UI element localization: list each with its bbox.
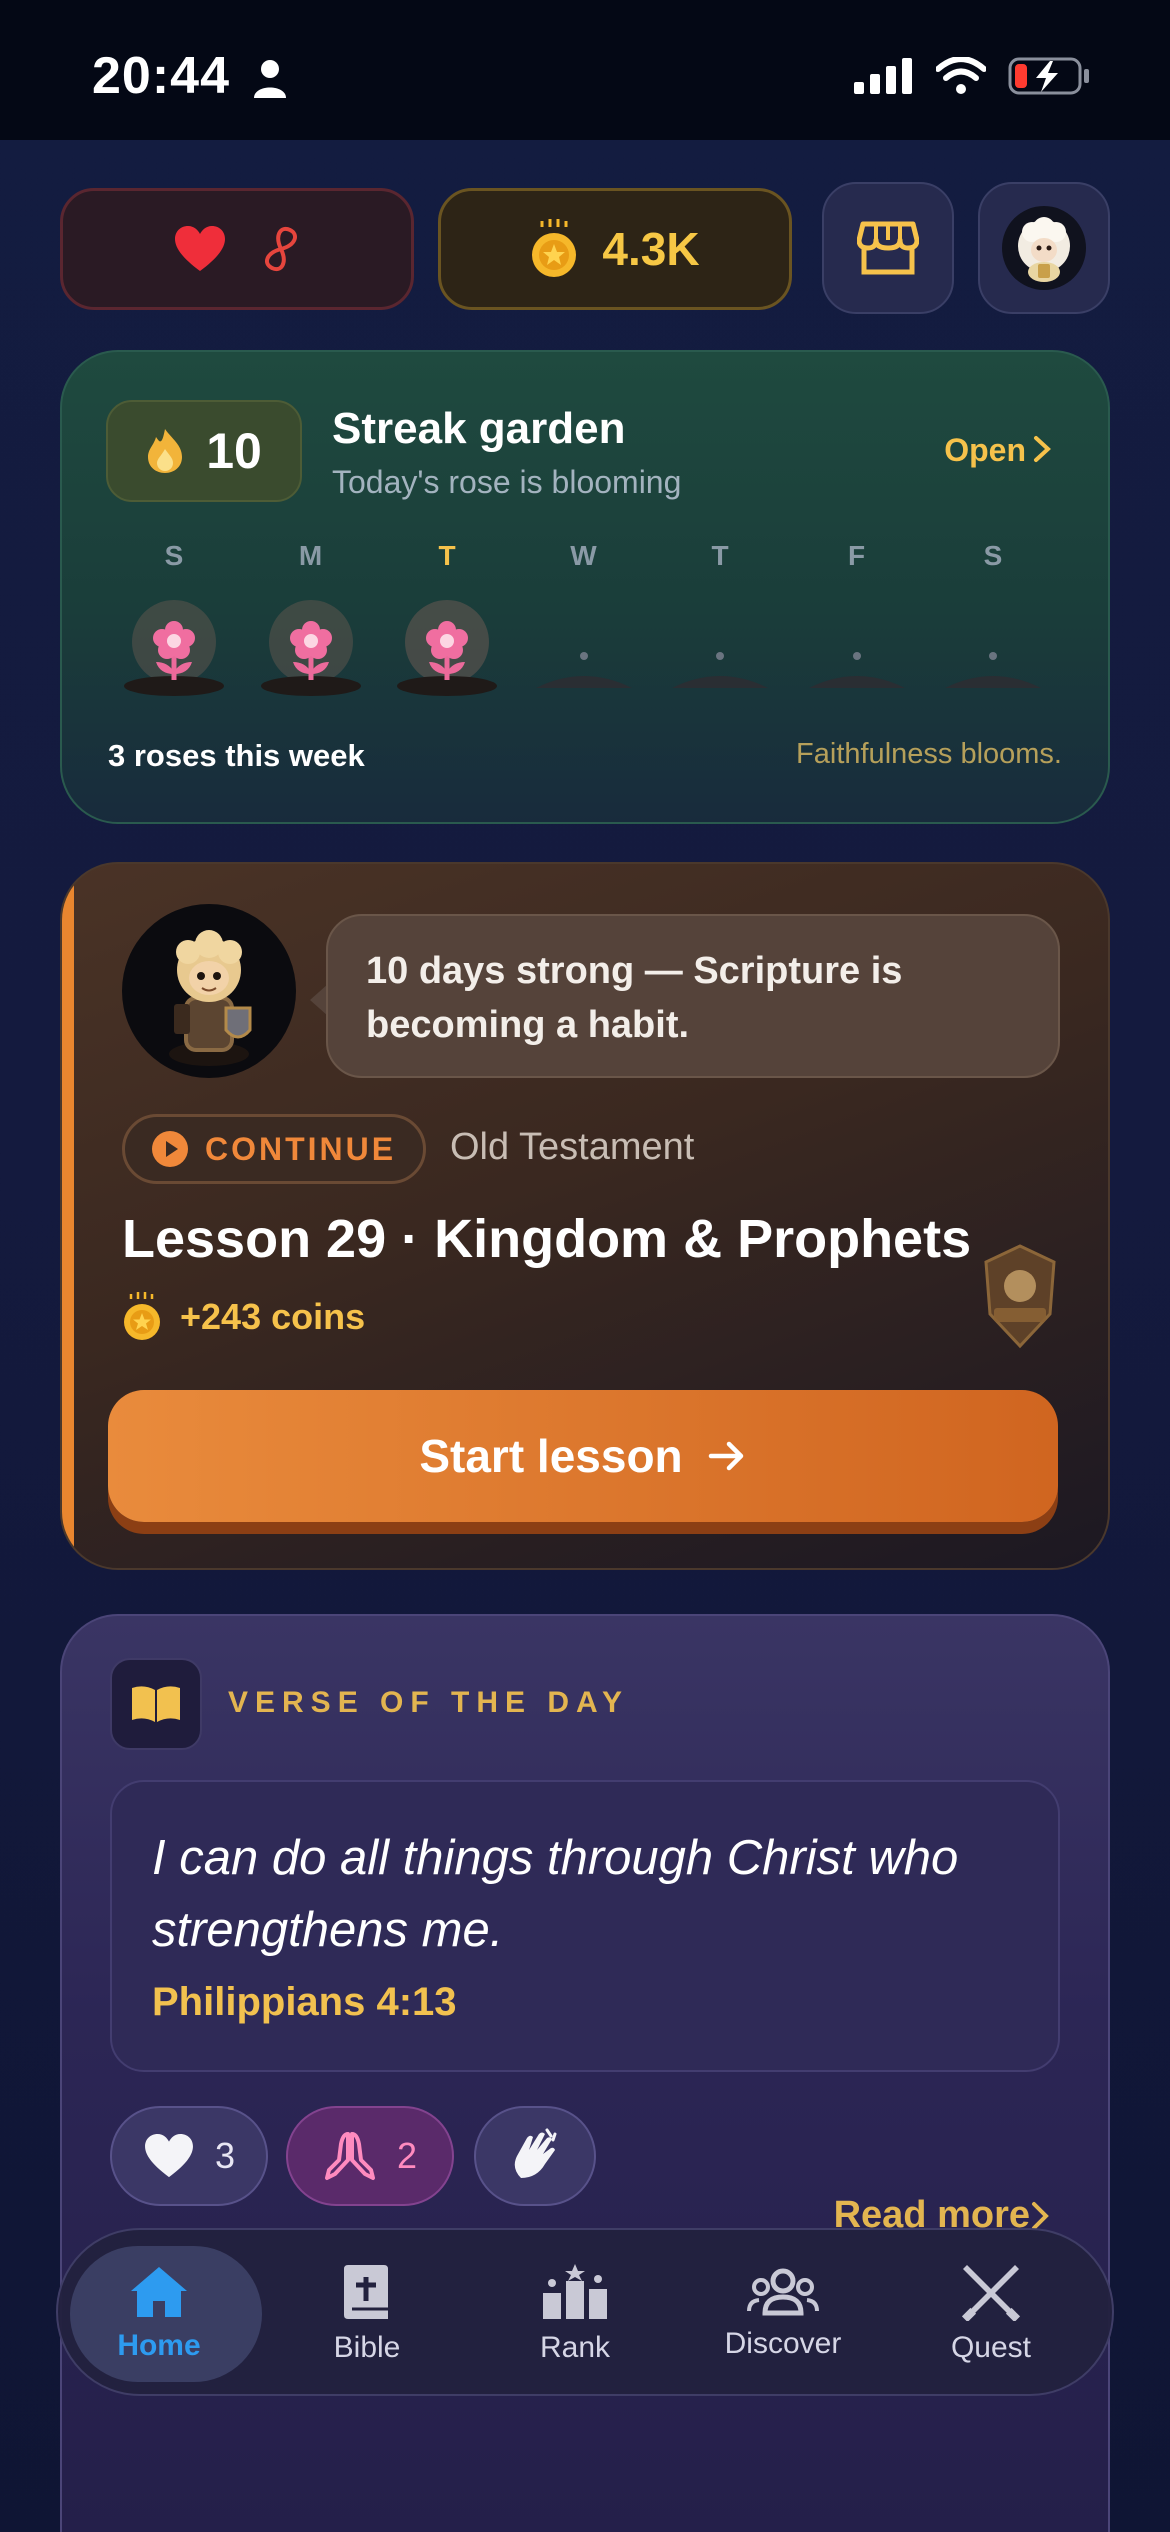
week-summary: 3 roses this week: [108, 738, 365, 773]
tab-rank[interactable]: Rank: [480, 2230, 670, 2398]
tab-discover-label: Discover: [724, 2327, 842, 2360]
continue-label: CONTINUE: [205, 1130, 397, 1167]
day-column: S: [114, 540, 234, 696]
reward-text: +243 coins: [180, 1296, 366, 1337]
verse-book-badge: [110, 1658, 202, 1750]
pray-reaction-button[interactable]: 2: [286, 2106, 454, 2206]
start-lesson-label: Start lesson: [419, 1430, 683, 1482]
chevron-right-icon: [1034, 436, 1051, 462]
streak-count: 10: [206, 423, 262, 479]
tab-quest[interactable]: Quest: [896, 2230, 1086, 2398]
start-lesson-button[interactable]: Start lesson: [108, 1390, 1058, 1522]
streak-subtitle: Today's rose is blooming: [332, 464, 682, 500]
streak-tagline: Faithfulness blooms.: [796, 738, 1062, 770]
rose-bloom-icon: [387, 594, 507, 714]
day-column: T: [387, 540, 507, 696]
day-label: S: [164, 540, 184, 571]
coin-icon: [532, 219, 577, 277]
arrow-right-icon: [708, 1441, 743, 1471]
discover-icon: [747, 2268, 819, 2316]
clap-reaction-button[interactable]: [474, 2106, 596, 2206]
home-icon: [131, 2267, 187, 2317]
day-label: W: [570, 540, 597, 571]
day-column: T: [660, 540, 780, 688]
tab-home-label: Home: [117, 2329, 201, 2362]
wifi-icon: [936, 57, 986, 94]
shop-button[interactable]: [822, 182, 954, 314]
battery-icon: [1008, 57, 1089, 95]
heart-count: 3: [214, 2135, 236, 2176]
lesson-accent-bar: [62, 864, 74, 1568]
bible-icon: [344, 2265, 388, 2319]
day-label: T: [711, 540, 729, 571]
mascot-speech-bubble: 10 days strong — Scripture is becoming a…: [326, 914, 1060, 1078]
rose-bloom-icon: [251, 594, 371, 714]
empty-soil-icon: [524, 594, 644, 714]
lesson-master-badge-icon: [984, 1244, 1056, 1349]
lesson-card: 10 days strong — Scripture is becoming a…: [60, 862, 1110, 1570]
coins-value: 4.3K: [602, 223, 700, 275]
day-column: S: [933, 540, 1053, 688]
day-label: T: [438, 540, 456, 571]
sheep-avatar: [1002, 206, 1086, 290]
signal-icon: [854, 58, 912, 94]
rose-bloom-icon: [114, 594, 234, 714]
heart-reaction-button[interactable]: 3: [110, 2106, 268, 2206]
tab-discover[interactable]: Discover: [688, 2230, 878, 2398]
lives-button[interactable]: [60, 188, 414, 310]
bottom-tab-bar: Home Bible Rank Discover Quest: [56, 2228, 1114, 2396]
streak-counter: 10: [106, 400, 302, 502]
lamb-mascot-avatar: [122, 904, 296, 1078]
coins-button[interactable]: 4.3K: [438, 188, 792, 310]
pray-count: 2: [396, 2135, 418, 2176]
status-time: 20:44: [92, 47, 230, 105]
streak-garden-card[interactable]: 10 Streak garden Today's rose is bloomin…: [60, 350, 1110, 824]
clapping-hands-icon: [514, 2128, 557, 2178]
rank-icon: [543, 2264, 607, 2319]
tab-bible[interactable]: Bible: [272, 2230, 462, 2398]
play-circle-icon: [152, 1131, 188, 1167]
verse-text: I can do all things through Christ who s…: [152, 1831, 959, 1957]
tab-quest-label: Quest: [950, 2331, 1032, 2364]
tab-rank-label: Rank: [539, 2331, 611, 2364]
day-column: F: [797, 540, 917, 688]
day-label: S: [983, 540, 1003, 571]
lesson-reward: +243 coins: [122, 1292, 365, 1342]
verse-reference: Philippians 4:13: [152, 1980, 457, 2024]
profile-avatar-button[interactable]: [978, 182, 1110, 314]
tab-bible-label: Bible: [333, 2331, 401, 2364]
store-icon: [857, 221, 919, 275]
day-column: M: [251, 540, 371, 696]
empty-soil-icon: [660, 594, 780, 714]
heart-icon: [145, 2133, 193, 2178]
status-indicators: [854, 56, 1090, 96]
streak-open-link[interactable]: Open: [944, 432, 1026, 469]
lesson-section: Old Testament: [450, 1126, 695, 1168]
day-label: F: [847, 540, 866, 571]
week-days-row: SMTWTFS: [102, 540, 1082, 822]
coin-icon: [124, 1292, 160, 1340]
verse-label: VERSE OF THE DAY: [228, 1686, 629, 1719]
today-highlight: [367, 740, 527, 822]
continue-badge: CONTINUE: [122, 1114, 426, 1184]
open-book-icon: [132, 1686, 180, 1722]
tab-home[interactable]: Home: [64, 2230, 262, 2398]
status-bar: 20:44: [0, 0, 1170, 140]
day-label: M: [298, 540, 323, 571]
person-icon: [254, 60, 286, 98]
flame-icon: [148, 429, 183, 473]
heart-icon: [175, 226, 225, 271]
streak-title: Streak garden: [332, 404, 626, 453]
quest-icon: [961, 2265, 1021, 2321]
infinity-icon: [265, 226, 297, 272]
empty-soil-icon: [797, 594, 917, 714]
empty-soil-icon: [933, 594, 1053, 714]
verse-quote-box[interactable]: I can do all things through Christ who s…: [110, 1780, 1060, 2072]
lesson-title: Lesson 29 · Kingdom & Prophets: [122, 1209, 972, 1269]
day-column: W: [524, 540, 644, 688]
praying-hands-icon: [324, 2132, 375, 2180]
